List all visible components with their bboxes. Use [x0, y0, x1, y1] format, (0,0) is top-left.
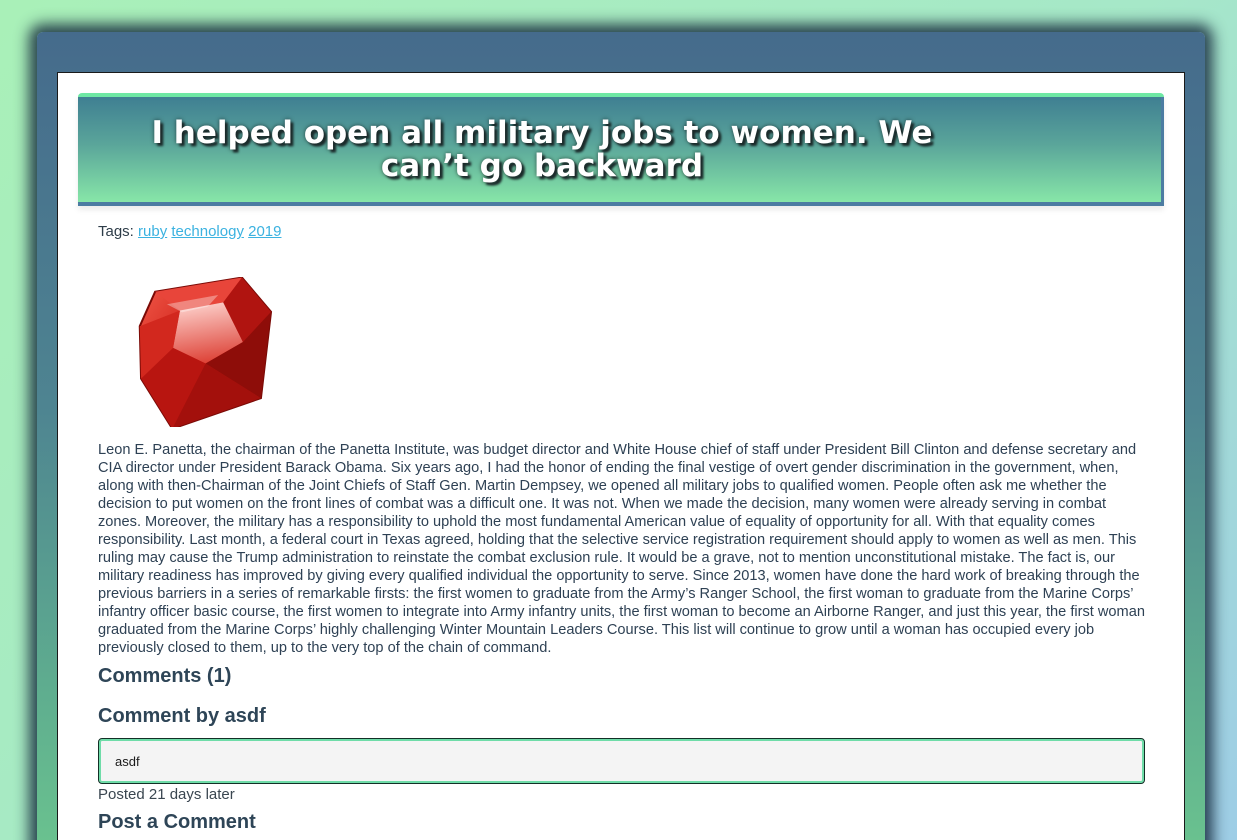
tag-link-ruby[interactable]: ruby: [138, 223, 167, 240]
tags-row: Tags: ruby technology 2019: [98, 223, 282, 240]
article-body: Leon E. Panetta, the chairman of the Pan…: [98, 442, 1145, 656]
comments-heading: Comments (1): [98, 665, 232, 687]
comment-text-box: asdf: [98, 738, 1145, 784]
article-title: I helped open all military jobs to women…: [151, 115, 933, 184]
ruby-gem-logo: [138, 277, 273, 427]
comment-posted-time: Posted 21 days later: [98, 786, 235, 803]
comment-author: Comment by asdf: [98, 705, 266, 727]
post-comment-heading: Post a Comment: [98, 811, 256, 833]
tags-label: Tags:: [98, 223, 134, 240]
title-banner: I helped open all military jobs to women…: [78, 93, 1164, 206]
tag-link-2019[interactable]: 2019: [248, 223, 281, 240]
content-panel: I helped open all military jobs to women…: [57, 72, 1185, 840]
tag-link-technology[interactable]: technology: [171, 223, 244, 240]
page-frame: I helped open all military jobs to women…: [37, 32, 1205, 840]
